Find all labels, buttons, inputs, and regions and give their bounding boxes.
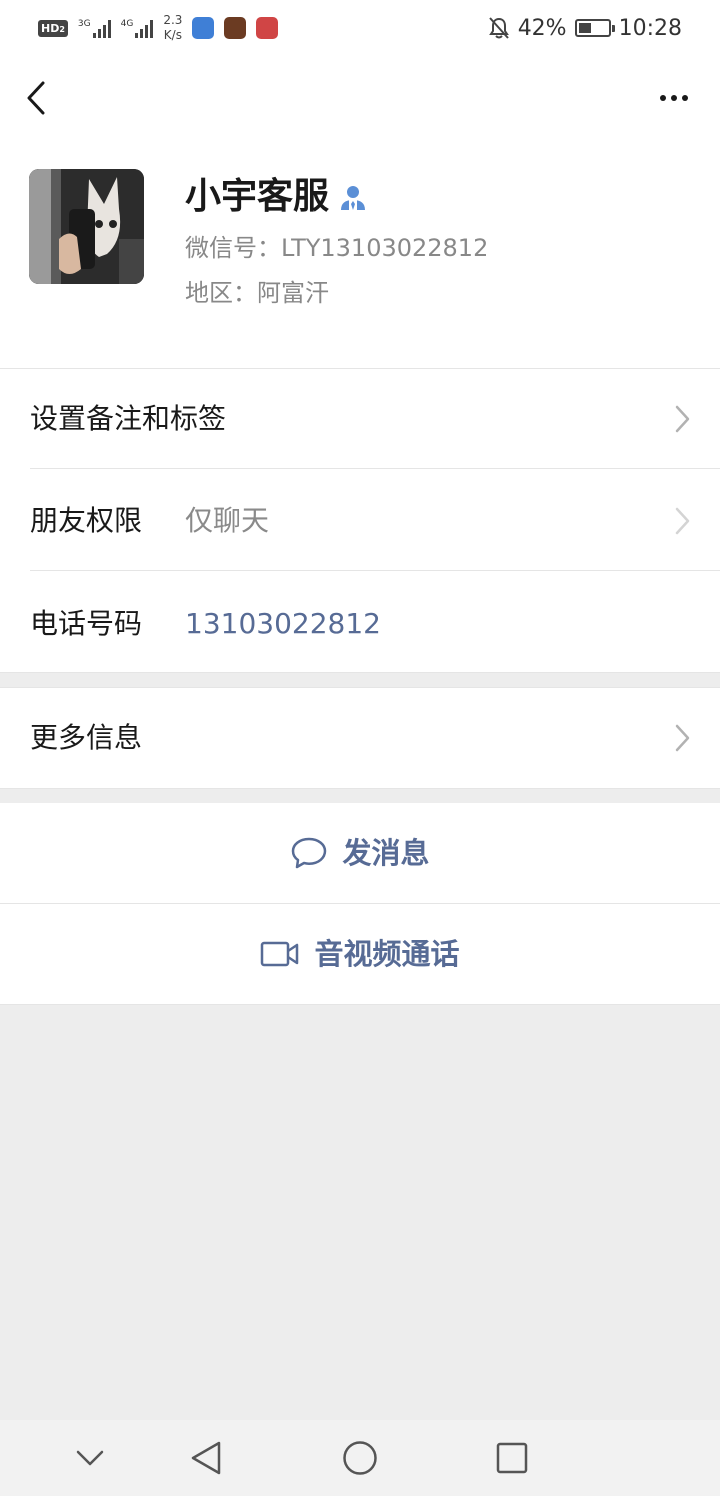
signal-4g: 4G: [121, 18, 154, 38]
wechat-id: 微信号：LTY13103022812: [185, 234, 489, 262]
profile-header: 小宇客服 微信号：LTY13103022812 地区：阿富汗: [0, 140, 720, 368]
triangle-back-icon: [191, 1441, 221, 1475]
avatar[interactable]: [29, 169, 144, 284]
person-icon: [341, 186, 366, 210]
row-label: 设置备注和标签: [30, 402, 227, 435]
network-speed: 2.3 K/s: [163, 13, 183, 42]
video-call-button[interactable]: 音视频通话: [0, 904, 720, 1004]
more-info-row[interactable]: 更多信息: [0, 688, 720, 788]
app-icon: [192, 17, 215, 39]
chevron-right-icon: [675, 724, 690, 752]
chevron-right-icon: [675, 507, 690, 535]
bell-off-icon: [488, 17, 509, 39]
app-icon: [256, 17, 279, 39]
back-button[interactable]: [16, 76, 56, 120]
row-label: 电话号码: [30, 607, 143, 640]
phone-number-link[interactable]: 13103022812: [185, 604, 381, 644]
remark-tags-row[interactable]: 设置备注和标签: [0, 369, 720, 469]
system-recents-button[interactable]: [492, 1438, 532, 1478]
signal-icon: [135, 18, 154, 38]
system-nav-bar: [0, 1420, 720, 1496]
clock: 10:28: [618, 15, 682, 41]
send-message-button[interactable]: 发消息: [0, 803, 720, 903]
permission-value: 仅聊天: [185, 504, 270, 537]
section-divider: [0, 788, 720, 789]
more-button[interactable]: [652, 78, 696, 118]
region: 地区：阿富汗: [185, 279, 329, 307]
app-icon: [224, 17, 247, 39]
phone-number-row: 电话号码 13103022812: [0, 571, 720, 672]
contact-name: 小宇客服: [185, 176, 330, 217]
action-divider: [0, 1004, 720, 1005]
chevron-down-icon: [76, 1450, 104, 1466]
signal-icon: [92, 18, 111, 38]
top-nav-bar: [0, 56, 720, 140]
hd-icon: HD2: [38, 19, 68, 37]
more-dots-icon: [660, 95, 688, 101]
circle-home-icon: [343, 1441, 377, 1475]
square-recents-icon: [496, 1442, 528, 1474]
status-bar: HD2 3G 4G 2.3 K/s 42% 10:28: [0, 0, 720, 56]
friend-permission-row[interactable]: 朋友权限 仅聊天: [0, 469, 720, 571]
system-back-button[interactable]: [186, 1438, 226, 1478]
video-call-label: 音视频通话: [314, 937, 460, 971]
battery-percent: 42%: [517, 15, 567, 41]
system-home-button[interactable]: [340, 1438, 380, 1478]
battery-icon: [574, 19, 615, 37]
chat-bubble-icon: [292, 837, 327, 869]
row-label: 更多信息: [30, 721, 143, 754]
section-divider: [0, 672, 720, 673]
chevron-left-icon: [27, 81, 45, 115]
video-camera-icon: [261, 941, 299, 967]
hide-nav-button[interactable]: [70, 1438, 110, 1478]
row-label: 朋友权限: [30, 504, 143, 537]
send-message-label: 发消息: [342, 836, 430, 870]
signal-3g: 3G: [78, 18, 111, 38]
chevron-right-icon: [675, 405, 690, 433]
